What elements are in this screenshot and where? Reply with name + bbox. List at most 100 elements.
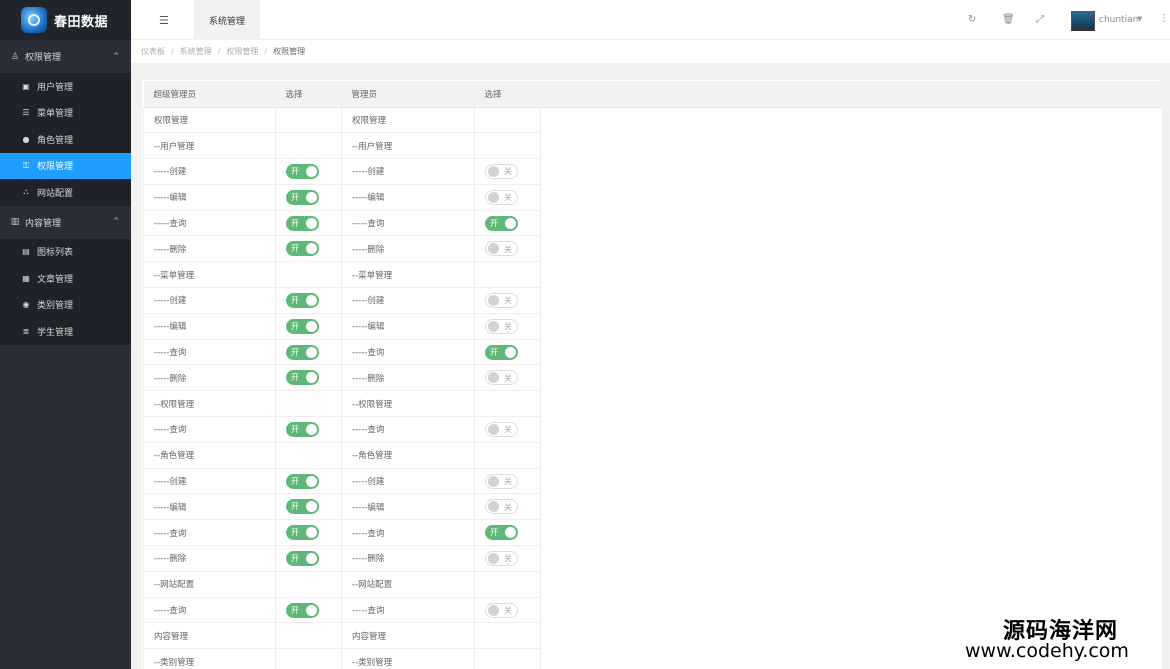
toggle-cell: 关 bbox=[474, 235, 541, 263]
table-row: --权限管理 --权限管理 bbox=[143, 390, 1163, 418]
breadcrumb-item-dashboard[interactable]: 仪表板 bbox=[141, 47, 165, 56]
doc-icon: ▤ bbox=[22, 247, 30, 257]
permission-name-cell: -----查询 bbox=[341, 416, 475, 443]
permission-name-cell: -----编辑 bbox=[143, 312, 276, 340]
toggle-knob bbox=[306, 217, 317, 229]
permission-toggle[interactable]: 关 bbox=[485, 189, 518, 205]
permission-name-cell: --网站配置 bbox=[341, 570, 475, 598]
toggle-knob bbox=[306, 372, 317, 384]
permission-toggle[interactable]: 关 bbox=[485, 370, 518, 386]
toggle-label: 开 bbox=[291, 528, 299, 538]
permission-name-cell: -----创建 bbox=[341, 287, 475, 314]
more-vertical-icon[interactable]: ⋮ bbox=[1159, 13, 1169, 24]
refresh-icon[interactable]: ↻ bbox=[968, 14, 976, 25]
permission-toggle[interactable]: 开 bbox=[286, 163, 319, 179]
permission-toggle[interactable]: 开 bbox=[485, 215, 518, 231]
sidebar-item-0-3[interactable]: ⚿ 权限管理 bbox=[0, 152, 131, 179]
breadcrumb-item-permission[interactable]: 权限管理 bbox=[226, 47, 258, 56]
permission-toggle[interactable]: 开 bbox=[286, 550, 319, 566]
permission-toggle[interactable]: 开 bbox=[286, 421, 319, 437]
sidebar-item-0-2[interactable]: ● 角色管理 bbox=[0, 126, 131, 153]
permission-toggle[interactable]: 关 bbox=[485, 473, 518, 489]
toggle-label: 关 bbox=[504, 193, 512, 203]
permission-toggle[interactable]: 关 bbox=[485, 421, 518, 437]
sidebar-item-0-0[interactable]: ▣ 用户管理 bbox=[0, 73, 131, 100]
permission-name-cell: -----删除 bbox=[341, 545, 475, 572]
tab-system-management[interactable]: 系统管理 bbox=[194, 0, 260, 40]
toggle-cell bbox=[275, 390, 342, 418]
column-header-spacer bbox=[540, 81, 1163, 108]
toggle-label: 关 bbox=[504, 502, 512, 512]
toggle-cell bbox=[275, 106, 342, 134]
breadcrumb-item-system[interactable]: 系统管理 bbox=[180, 47, 212, 56]
toggle-label: 关 bbox=[504, 167, 512, 177]
sidebar-item-0-1[interactable]: ☰ 菜单管理 bbox=[0, 100, 131, 127]
sidebar-group-0[interactable]: ♙ 权限管理 ⌃ bbox=[0, 40, 131, 73]
bar-chart-icon: ▥ bbox=[10, 217, 20, 227]
toggle-label: 开 bbox=[291, 166, 299, 176]
toggle-cell bbox=[275, 132, 342, 160]
toggle-cell: 开 bbox=[275, 467, 342, 495]
permission-toggle[interactable]: 开 bbox=[286, 602, 319, 618]
permission-toggle[interactable]: 开 bbox=[286, 292, 319, 308]
permission-name-cell: -----编辑 bbox=[143, 493, 276, 521]
permission-toggle[interactable]: 开 bbox=[286, 215, 319, 231]
username[interactable]: chuntian bbox=[1099, 15, 1138, 25]
toggle-cell: 开 bbox=[275, 545, 342, 572]
chevron-down-icon[interactable]: ▼ bbox=[1137, 15, 1142, 23]
toggle-knob bbox=[306, 294, 317, 306]
toggle-cell: 开 bbox=[275, 519, 342, 547]
permission-toggle[interactable]: 关 bbox=[485, 602, 518, 618]
table-row: -----查询 开 -----查询 开 bbox=[143, 338, 1163, 366]
table-row: -----创建 开 -----创建 关 bbox=[143, 287, 1163, 314]
toggle-cell: 关 bbox=[474, 287, 541, 314]
toggle-cell: 开 bbox=[275, 493, 342, 521]
permission-toggle[interactable]: 关 bbox=[485, 550, 518, 566]
sidebar-group-1[interactable]: ▥ 内容管理 ⌃ bbox=[0, 205, 131, 239]
permission-toggle[interactable]: 关 bbox=[485, 499, 518, 515]
trash-icon[interactable]: 🗑 bbox=[1002, 14, 1015, 25]
menu-toggle-icon[interactable]: ☰ bbox=[159, 14, 169, 27]
toggle-label: 开 bbox=[490, 347, 498, 357]
user-icon: ♙ bbox=[10, 51, 20, 62]
permission-name-cell: -----查询 bbox=[143, 596, 276, 624]
toggle-knob bbox=[306, 423, 317, 435]
toggle-knob bbox=[488, 604, 499, 616]
key-icon: ⚿ bbox=[22, 160, 30, 170]
sidebar-item-1-2[interactable]: ◉ 类别管理 bbox=[0, 292, 131, 319]
sidebar-item-1-0[interactable]: ▤ 图标列表 bbox=[0, 239, 131, 266]
toggle-label: 开 bbox=[291, 347, 299, 357]
sidebar-item-1-1[interactable]: ▦ 文章管理 bbox=[0, 265, 131, 292]
fullscreen-icon[interactable]: ⤢ bbox=[1036, 14, 1044, 25]
permission-toggle[interactable]: 开 bbox=[286, 344, 319, 360]
permission-toggle[interactable]: 关 bbox=[485, 292, 518, 308]
permission-toggle[interactable]: 开 bbox=[485, 525, 518, 541]
permission-toggle[interactable]: 开 bbox=[286, 318, 319, 334]
sidebar-item-0-4[interactable]: ⛬ 网站配置 bbox=[0, 179, 131, 206]
permission-toggle[interactable]: 关 bbox=[485, 241, 518, 257]
permission-toggle[interactable]: 开 bbox=[286, 189, 319, 205]
toggle-cell: 关 bbox=[474, 183, 541, 211]
toggle-cell bbox=[474, 106, 541, 134]
avatar[interactable] bbox=[1071, 11, 1095, 31]
permission-toggle[interactable]: 开 bbox=[286, 525, 319, 541]
logo[interactable]: 春田数据 bbox=[0, 0, 131, 40]
toggle-knob bbox=[306, 475, 317, 487]
permission-toggle[interactable]: 开 bbox=[485, 344, 518, 360]
toggle-knob bbox=[306, 501, 317, 513]
permission-toggle[interactable]: 开 bbox=[286, 241, 319, 257]
permission-name-cell: -----创建 bbox=[341, 467, 475, 495]
table-row: --角色管理 --角色管理 bbox=[143, 441, 1163, 469]
permission-toggle[interactable]: 关 bbox=[485, 318, 518, 334]
permission-name-cell: -----删除 bbox=[341, 235, 475, 263]
permission-toggle[interactable]: 开 bbox=[286, 370, 319, 386]
permission-toggle[interactable]: 开 bbox=[286, 499, 319, 515]
permission-toggle[interactable]: 关 bbox=[485, 163, 518, 179]
sidebar-item-1-3[interactable]: ≣ 学生管理 bbox=[0, 318, 131, 345]
toggle-label: 开 bbox=[291, 218, 299, 228]
permission-toggle[interactable]: 开 bbox=[286, 473, 319, 489]
toggle-cell: 开 bbox=[275, 287, 342, 314]
sitemap-icon: ⛬ bbox=[23, 187, 29, 197]
permission-name-cell: -----查询 bbox=[143, 416, 276, 443]
permission-name-cell: -----删除 bbox=[143, 364, 276, 392]
